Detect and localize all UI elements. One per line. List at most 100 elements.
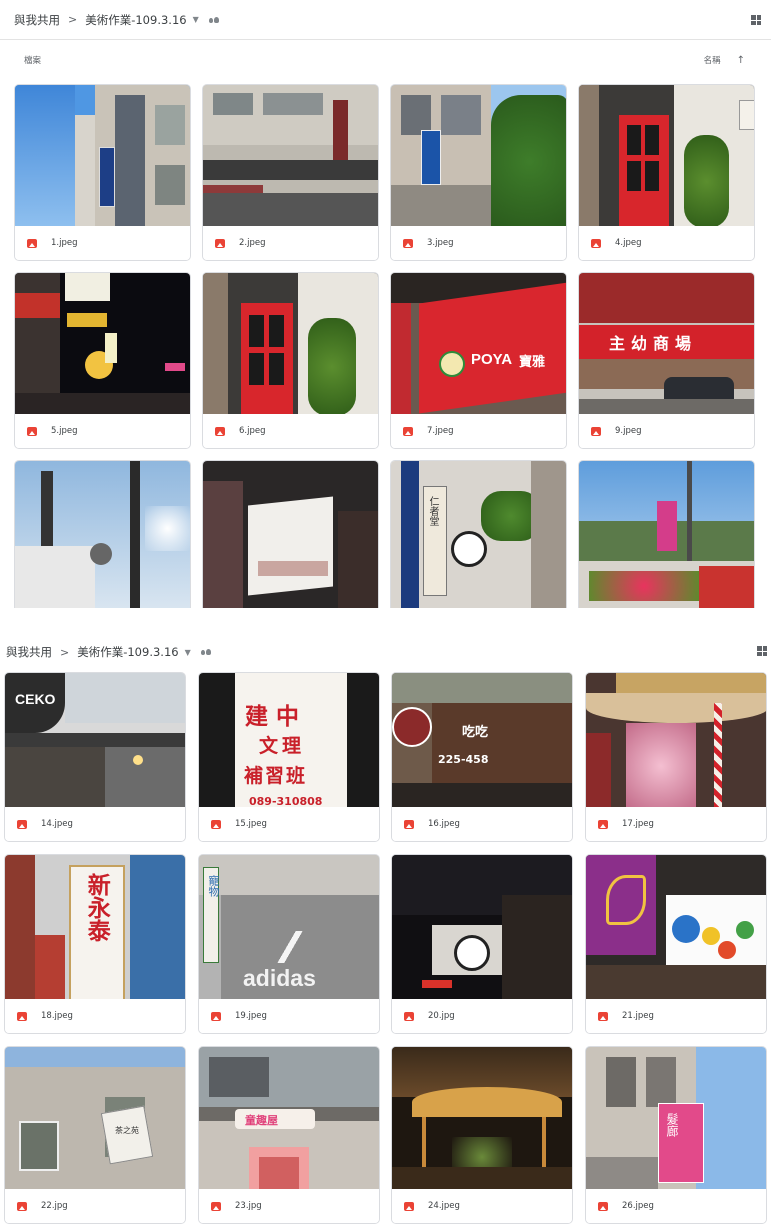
chichi-sign-text: 吃吃 xyxy=(462,725,489,740)
file-name: 18.jpeg xyxy=(41,1011,73,1021)
image-file-icon xyxy=(17,1011,27,1021)
breadcrumb-separator: > xyxy=(68,13,78,26)
file-card[interactable] xyxy=(202,460,379,608)
grid-view-icon[interactable] xyxy=(751,15,761,25)
image-file-icon xyxy=(215,238,225,248)
file-footer: 17.jpeg xyxy=(586,807,766,841)
file-footer: 18.jpeg xyxy=(5,999,185,1033)
file-name: 14.jpeg xyxy=(41,819,73,829)
file-card[interactable]: 17.jpeg xyxy=(585,672,767,842)
shared-people-icon xyxy=(200,649,211,655)
file-card[interactable] xyxy=(578,460,755,608)
image-file-icon xyxy=(598,819,608,829)
image-file-icon xyxy=(215,426,225,436)
chevron-down-icon[interactable]: ▼ xyxy=(185,648,191,657)
image-file-icon xyxy=(211,819,221,829)
file-thumbnail: 童趣屋 xyxy=(199,1047,379,1193)
breadcrumb-folder[interactable]: 美術作業-109.3.16 xyxy=(77,644,178,660)
file-footer: 1.jpeg xyxy=(15,226,190,260)
file-card[interactable]: CEKO 14.jpeg xyxy=(4,672,186,842)
cram-sign-line3: 補習班 xyxy=(244,765,308,787)
file-card[interactable]: 2.jpeg xyxy=(202,84,379,261)
file-card[interactable]: 20.jpg xyxy=(391,854,573,1034)
image-file-icon xyxy=(404,819,414,829)
file-thumbnail xyxy=(579,461,754,608)
file-card[interactable]: 6.jpeg xyxy=(202,272,379,449)
breadcrumb: 與我共用 > 美術作業-109.3.16 ▼ xyxy=(0,0,771,40)
file-card[interactable]: 茶之苑 22.jpg xyxy=(4,1046,186,1224)
file-card[interactable]: 主幼商場 9.jpeg xyxy=(578,272,755,449)
file-card[interactable]: 建中 文理 補習班 089-310808 15.jpeg xyxy=(198,672,380,842)
drive-window-bottom: 與我共用 > 美術作業-109.3.16 ▼ CEKO 14.jpeg 建中 文… xyxy=(0,636,771,1224)
image-file-icon xyxy=(17,1201,27,1211)
file-card[interactable]: 21.jpeg xyxy=(585,854,767,1034)
zhuyou-sign-text: 主幼商場 xyxy=(609,334,698,353)
image-file-icon xyxy=(27,426,37,436)
file-card[interactable]: 5.jpeg xyxy=(14,272,191,449)
file-name: 21.jpeg xyxy=(622,1011,654,1021)
file-card[interactable]: 童趣屋 23.jpg xyxy=(198,1046,380,1224)
file-thumbnail: 新永泰 xyxy=(5,855,185,1001)
image-file-icon xyxy=(598,1011,608,1021)
file-name: 6.jpeg xyxy=(239,426,266,436)
file-footer: 3.jpeg xyxy=(391,226,566,260)
xinyongtai-sign-text: 新永泰 xyxy=(83,873,110,942)
file-card[interactable]: 吃吃 225-458 16.jpeg xyxy=(391,672,573,842)
file-footer: 15.jpeg xyxy=(199,807,379,841)
file-thumbnail xyxy=(391,85,566,228)
file-card[interactable]: 24.jpeg xyxy=(391,1046,573,1224)
file-name: 24.jpeg xyxy=(428,1201,460,1211)
image-file-icon xyxy=(403,238,413,248)
file-name: 1.jpeg xyxy=(51,238,78,248)
file-name: 22.jpg xyxy=(41,1201,68,1211)
grid-view-icon[interactable] xyxy=(757,646,767,656)
file-thumbnail xyxy=(586,673,766,809)
file-name: 17.jpeg xyxy=(622,819,654,829)
file-card[interactable]: 1.jpeg xyxy=(14,84,191,261)
file-footer: 19.jpeg xyxy=(199,999,379,1033)
file-card[interactable]: 寵物 adidas 19.jpeg xyxy=(198,854,380,1034)
adidas-logo-text: adidas xyxy=(243,965,316,991)
image-file-icon xyxy=(404,1201,414,1211)
file-card[interactable]: 4.jpeg xyxy=(578,84,755,261)
file-name: 4.jpeg xyxy=(615,238,642,248)
file-card[interactable]: 3.jpeg xyxy=(390,84,567,261)
file-thumbnail xyxy=(15,461,190,608)
file-card[interactable] xyxy=(14,460,191,608)
file-footer: 4.jpeg xyxy=(579,226,754,260)
file-footer: 2.jpeg xyxy=(203,226,378,260)
file-card[interactable]: 髮廊 26.jpeg xyxy=(585,1046,767,1224)
image-file-icon xyxy=(403,426,413,436)
file-thumbnail: 主幼商場 xyxy=(579,273,754,416)
breadcrumb-folder[interactable]: 美術作業-109.3.16 xyxy=(85,12,186,28)
breadcrumb: 與我共用 > 美術作業-109.3.16 ▼ xyxy=(0,636,771,668)
image-file-icon xyxy=(591,426,601,436)
chevron-down-icon[interactable]: ▼ xyxy=(193,15,199,24)
file-thumbnail xyxy=(579,85,754,228)
file-footer: 24.jpeg xyxy=(392,1189,572,1223)
image-file-icon xyxy=(211,1011,221,1021)
arrow-up-icon[interactable]: ↑ xyxy=(737,55,745,66)
file-footer: 20.jpg xyxy=(392,999,572,1033)
file-card[interactable]: 仁者堂 xyxy=(390,460,567,608)
cram-sign-line1: 建中 xyxy=(245,704,307,730)
file-thumbnail xyxy=(392,855,572,1001)
file-footer: 5.jpeg xyxy=(15,414,190,448)
file-name: 26.jpeg xyxy=(622,1201,654,1211)
file-thumbnail xyxy=(203,273,378,416)
file-name: 20.jpg xyxy=(428,1011,455,1021)
file-name: 2.jpeg xyxy=(239,238,266,248)
file-thumbnail: CEKO xyxy=(5,673,185,809)
sign-text: 仁者堂 xyxy=(427,496,438,526)
sort-control[interactable]: 名稱 ↑ xyxy=(704,54,745,67)
file-card[interactable]: 新永泰 18.jpeg xyxy=(4,854,186,1034)
files-header: 檔案 名稱 ↑ xyxy=(24,54,745,68)
file-footer: 26.jpeg xyxy=(586,1189,766,1223)
sort-label[interactable]: 名稱 xyxy=(704,54,721,66)
left-vertical-sign: 寵物 xyxy=(207,875,220,897)
breadcrumb-shared-with-me[interactable]: 與我共用 xyxy=(6,644,52,660)
file-thumbnail xyxy=(392,1047,572,1193)
breadcrumb-shared-with-me[interactable]: 與我共用 xyxy=(14,12,60,28)
file-card[interactable]: POYA 寶雅 7.jpeg xyxy=(390,272,567,449)
file-thumbnail xyxy=(586,855,766,1001)
